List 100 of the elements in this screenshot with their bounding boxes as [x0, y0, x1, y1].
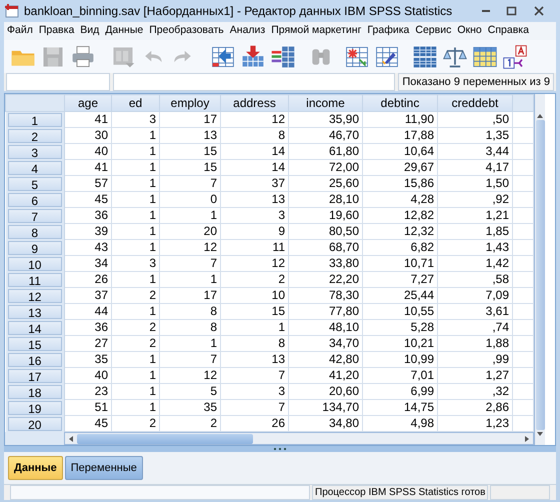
table-cell[interactable]: 1	[112, 176, 160, 192]
table-cell[interactable]: 80,50	[288, 224, 362, 240]
table-cell[interactable]: 1	[112, 192, 160, 208]
table-cell[interactable]: 12,82	[362, 208, 438, 224]
table-cell[interactable]: 33,80	[288, 256, 362, 272]
row-header[interactable]: 10	[8, 256, 62, 271]
row-header[interactable]: 17	[8, 368, 62, 383]
table-cell[interactable]: 7	[160, 256, 220, 272]
table-cell[interactable]: 14	[220, 160, 288, 176]
table-cell[interactable]: 22,20	[288, 272, 362, 288]
table-cell[interactable]: 45	[64, 192, 112, 208]
table-cell[interactable]: 1	[112, 128, 160, 144]
table-cell[interactable]: 35	[64, 352, 112, 368]
table-cell[interactable]: 35	[160, 400, 220, 416]
table-cell[interactable]: 3,44	[438, 144, 512, 160]
table-cell[interactable]: 37	[64, 288, 112, 304]
horizontal-scrollbar[interactable]	[64, 432, 534, 446]
table-cell[interactable]: 1,50	[438, 176, 512, 192]
table-cell[interactable]: 1,35	[438, 128, 512, 144]
table-cell[interactable]: 1	[112, 304, 160, 320]
table-cell[interactable]: 15	[160, 160, 220, 176]
table-cell[interactable]: 44	[64, 304, 112, 320]
toolbar-button[interactable]	[240, 44, 266, 70]
table-cell[interactable]: 72,00	[288, 160, 362, 176]
row-header[interactable]: 18	[8, 384, 62, 399]
table-cell[interactable]: 2	[112, 320, 160, 336]
table-cell[interactable]: 10	[220, 288, 288, 304]
menu-item[interactable]: Преобразовать	[149, 22, 224, 39]
table-cell[interactable]: 57	[64, 176, 112, 192]
table-cell[interactable]: 3	[220, 208, 288, 224]
table-cell[interactable]: 8	[160, 304, 220, 320]
row-header[interactable]: 4	[8, 160, 62, 175]
table-cell[interactable]: 10,64	[362, 144, 438, 160]
table-cell[interactable]: 7	[220, 400, 288, 416]
table-cell[interactable]: 7	[160, 176, 220, 192]
table-cell[interactable]: 8	[220, 128, 288, 144]
scrollbar-thumb[interactable]	[77, 434, 253, 444]
row-header[interactable]: 2	[8, 128, 62, 143]
column-header[interactable]: ed	[112, 94, 160, 112]
column-header[interactable]: income	[288, 94, 362, 112]
table-cell[interactable]: 2	[220, 272, 288, 288]
table-cell[interactable]: 1,88	[438, 336, 512, 352]
table-cell[interactable]: 12	[160, 368, 220, 384]
table-cell[interactable]: 13	[160, 128, 220, 144]
table-cell[interactable]: 1,27	[438, 368, 512, 384]
table-cell[interactable]: 10,21	[362, 336, 438, 352]
table-cell[interactable]: 28,10	[288, 192, 362, 208]
table-cell[interactable]: 37	[220, 176, 288, 192]
table-cell[interactable]: 34,70	[288, 336, 362, 352]
table-cell[interactable]: 36	[64, 320, 112, 336]
table-cell[interactable]: 1	[112, 400, 160, 416]
table-cell[interactable]: 15	[220, 304, 288, 320]
table-cell[interactable]: 9	[220, 224, 288, 240]
table-cell[interactable]: 7,27	[362, 272, 438, 288]
table-cell[interactable]: 78,30	[288, 288, 362, 304]
table-cell[interactable]: 25,44	[362, 288, 438, 304]
table-cell[interactable]: 12	[220, 256, 288, 272]
row-header[interactable]: 15	[8, 336, 62, 351]
row-header[interactable]: 20	[8, 416, 62, 431]
menu-item[interactable]: Графика	[367, 22, 410, 39]
table-cell[interactable]: 17	[160, 288, 220, 304]
table-cell[interactable]: ,99	[438, 352, 512, 368]
table-cell[interactable]: 2	[112, 288, 160, 304]
table-cell[interactable]: 7	[160, 352, 220, 368]
table-cell[interactable]: 1	[160, 272, 220, 288]
table-cell[interactable]: 1	[112, 368, 160, 384]
column-header[interactable]: employ	[160, 94, 220, 112]
menu-item[interactable]: Вид	[80, 22, 100, 39]
table-cell[interactable]: 1	[112, 384, 160, 400]
table-cell[interactable]: 1	[112, 272, 160, 288]
table-cell[interactable]: 48,10	[288, 320, 362, 336]
table-cell[interactable]: 4,28	[362, 192, 438, 208]
row-header[interactable]: 19	[8, 400, 62, 415]
table-cell[interactable]: 3	[112, 256, 160, 272]
table-cell[interactable]: 10,71	[362, 256, 438, 272]
table-cell[interactable]: 1	[220, 320, 288, 336]
table-cell[interactable]: 19,60	[288, 208, 362, 224]
table-cell[interactable]: 61,80	[288, 144, 362, 160]
table-cell[interactable]: 1	[112, 208, 160, 224]
row-header[interactable]: 1	[8, 113, 62, 128]
tab[interactable]: Данные	[8, 456, 63, 480]
table-cell[interactable]: 3,61	[438, 304, 512, 320]
row-header[interactable]: 13	[8, 304, 62, 319]
toolbar-button[interactable]	[270, 44, 296, 70]
table-cell[interactable]: 1	[112, 224, 160, 240]
table-cell[interactable]: 39	[64, 224, 112, 240]
table-cell[interactable]: 34	[64, 256, 112, 272]
table-cell[interactable]: 41,20	[288, 368, 362, 384]
table-cell[interactable]: 46,70	[288, 128, 362, 144]
menu-item[interactable]: Сервис	[415, 22, 452, 39]
table-cell[interactable]: 6,99	[362, 384, 438, 400]
table-cell[interactable]: 2,86	[438, 400, 512, 416]
table-cell[interactable]: 12,32	[362, 224, 438, 240]
menu-item[interactable]: Окно	[457, 22, 482, 39]
table-cell[interactable]: 14	[220, 144, 288, 160]
table-cell[interactable]: 41	[64, 160, 112, 176]
table-cell[interactable]: 14,75	[362, 400, 438, 416]
toolbar-button[interactable]	[502, 44, 528, 70]
table-cell[interactable]: 4,17	[438, 160, 512, 176]
table-cell[interactable]: 134,70	[288, 400, 362, 416]
